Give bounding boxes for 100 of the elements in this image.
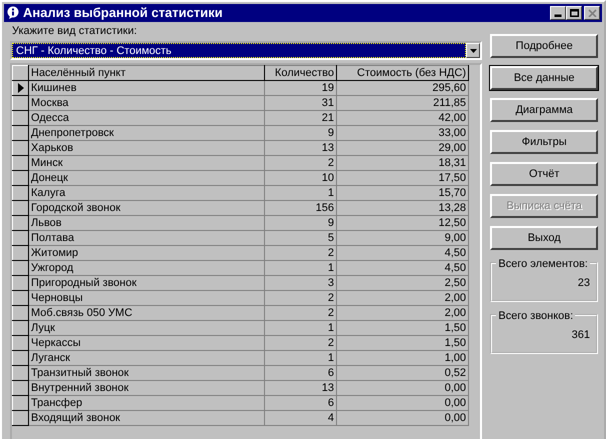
- table-cell: Городской звонок: [28, 200, 264, 216]
- row-selector[interactable]: [12, 276, 28, 290]
- table-cell: 1,50: [336, 336, 468, 350]
- row-selector[interactable]: [12, 140, 28, 156]
- table-cell: 2: [264, 246, 336, 260]
- table-cell: 15,70: [336, 186, 468, 200]
- table-cell: 211,85: [336, 96, 468, 110]
- dialog-button[interactable]: Все данные: [490, 66, 598, 90]
- table-cell: 31: [264, 96, 336, 110]
- table-cell: Львов: [28, 216, 264, 230]
- row-selector[interactable]: [12, 156, 28, 170]
- table-cell: 1: [264, 320, 336, 336]
- table-cell: Харьков: [28, 140, 264, 156]
- row-selector[interactable]: [12, 80, 28, 96]
- table-cell: 0,52: [336, 366, 468, 380]
- row-selector[interactable]: [12, 260, 28, 276]
- table-cell: Одесса: [28, 110, 264, 126]
- table-cell: 3: [264, 276, 336, 290]
- dialog-button[interactable]: Выход: [490, 226, 598, 250]
- table-cell: 2,50: [336, 276, 468, 290]
- table-cell: Минск: [28, 156, 264, 170]
- dialog-button[interactable]: Подробнее: [490, 34, 598, 58]
- table-cell: 4,50: [336, 260, 468, 276]
- minimize-button[interactable]: [550, 6, 566, 20]
- table-cell: Полтава: [28, 230, 264, 246]
- table-cell: 0,00: [336, 410, 468, 426]
- table-cell: 1: [264, 260, 336, 276]
- table-cell: Кишинев: [28, 80, 264, 96]
- statistics-dropdown[interactable]: СНГ - Количество - Стоимость: [10, 41, 482, 60]
- table-cell: 1: [264, 186, 336, 200]
- field-label: Укажите вид статистики:: [11, 24, 138, 39]
- maximize-icon: [570, 9, 578, 17]
- table-cell: 2,00: [336, 306, 468, 320]
- table-cell: 4,50: [336, 246, 468, 260]
- table-cell: Входящий звонок: [28, 410, 264, 426]
- row-selector[interactable]: [12, 96, 28, 110]
- row-selector[interactable]: [12, 306, 28, 320]
- row-selector[interactable]: [12, 246, 28, 260]
- table-cell: 2: [264, 156, 336, 170]
- table-cell: Пригородный звонок: [28, 276, 264, 290]
- row-selector[interactable]: [12, 200, 28, 216]
- column-header[interactable]: Количество: [264, 66, 336, 80]
- row-selector[interactable]: [12, 380, 28, 396]
- table-cell: 0,00: [336, 380, 468, 396]
- table-cell: 4: [264, 410, 336, 426]
- table-cell: 9,00: [336, 230, 468, 246]
- row-selector[interactable]: [12, 170, 28, 186]
- row-selector[interactable]: [12, 126, 28, 140]
- dialog-button[interactable]: Диаграмма: [490, 98, 598, 122]
- table-cell: Черновцы: [28, 290, 264, 306]
- table-cell: 6: [264, 366, 336, 380]
- table-cell: Транзитный звонок: [28, 366, 264, 380]
- table-cell: Моб.связь 050 УМС: [28, 306, 264, 320]
- table-cell: 13: [264, 380, 336, 396]
- row-selector[interactable]: [12, 366, 28, 380]
- row-selector[interactable]: [12, 410, 28, 426]
- table-cell: 42,00: [336, 110, 468, 126]
- close-icon: [588, 9, 596, 17]
- table-cell: 19: [264, 80, 336, 96]
- table-cell: Калуга: [28, 186, 264, 200]
- row-selector[interactable]: [12, 290, 28, 306]
- row-selector[interactable]: [12, 230, 28, 246]
- table-cell: 10: [264, 170, 336, 186]
- total-value: 23: [576, 276, 590, 290]
- row-selector[interactable]: [12, 216, 28, 230]
- table-cell: 5: [264, 230, 336, 246]
- row-selector[interactable]: [12, 186, 28, 200]
- table-cell: 17,50: [336, 170, 468, 186]
- table-cell: Днепропетровск: [28, 126, 264, 140]
- table-cell: 13,28: [336, 200, 468, 216]
- dropdown-arrow-icon: [470, 48, 477, 52]
- table-cell: 18,31: [336, 156, 468, 170]
- table-cell: 0,00: [336, 396, 468, 410]
- row-selector[interactable]: [12, 110, 28, 126]
- table-cell: 9: [264, 216, 336, 230]
- column-header[interactable]: Стоимость (без НДС): [336, 66, 468, 80]
- window-title: Анализ выбранной статистики: [23, 4, 224, 22]
- row-selector[interactable]: [12, 350, 28, 366]
- table-cell: Москва: [28, 96, 264, 110]
- table-cell: 33,00: [336, 126, 468, 140]
- table-cell: 6: [264, 396, 336, 410]
- dialog-button[interactable]: Фильтры: [490, 130, 598, 154]
- column-header[interactable]: Населённый пункт: [28, 66, 264, 80]
- table-cell: 2: [264, 306, 336, 320]
- table-cell: 156: [264, 200, 336, 216]
- table-cell: 13: [264, 140, 336, 156]
- table-cell: 9: [264, 126, 336, 140]
- table-cell: Внутренний звонок: [28, 380, 264, 396]
- row-selector[interactable]: [12, 336, 28, 350]
- table-cell: 21: [264, 110, 336, 126]
- table-cell: Донецк: [28, 170, 264, 186]
- table-cell: 1,00: [336, 350, 468, 366]
- row-selector[interactable]: [12, 396, 28, 410]
- table-cell: 2: [264, 336, 336, 350]
- maximize-button[interactable]: [566, 6, 582, 20]
- dialog-button[interactable]: Отчёт: [490, 162, 598, 186]
- table-cell: Житомир: [28, 246, 264, 260]
- row-selector[interactable]: [12, 320, 28, 336]
- table-cell: 1,50: [336, 320, 468, 336]
- table-cell: 1: [264, 350, 336, 366]
